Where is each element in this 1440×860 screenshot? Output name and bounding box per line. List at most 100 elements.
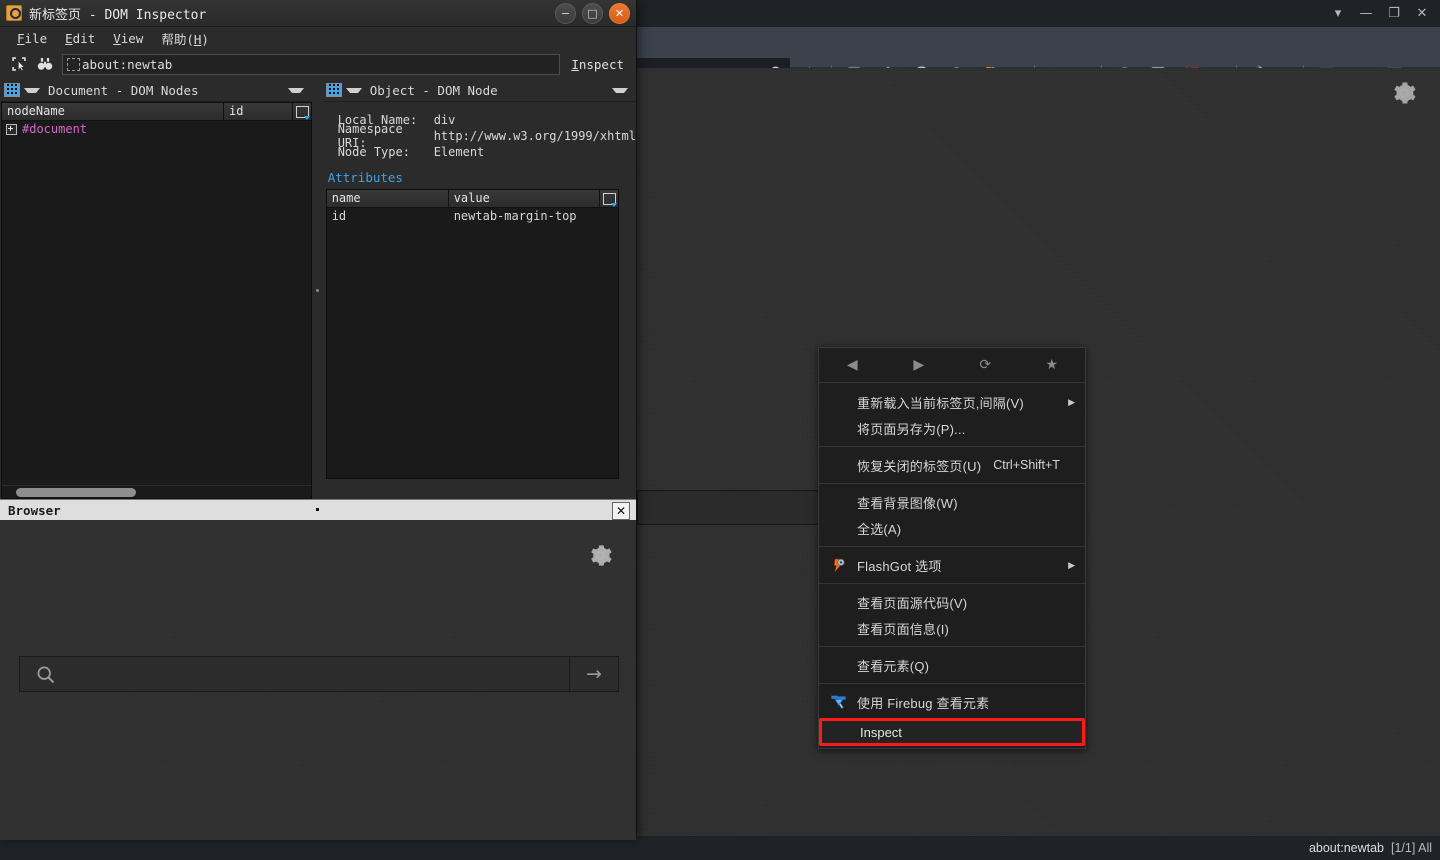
status-find-count: [1/1] All [1391, 841, 1432, 855]
column-picker-icon[interactable] [600, 190, 618, 207]
back-icon[interactable]: ◀ [819, 357, 886, 373]
dom-node-object-pane: Object - DOM Node Local Name: div Namesp… [321, 79, 636, 499]
pane-splitter[interactable] [312, 79, 322, 499]
dom-inspector-panes: Document - DOM Nodes nodeName id #docume… [0, 79, 636, 499]
table-row[interactable]: id newtab-margin-top [327, 208, 618, 224]
reload-icon[interactable]: ⟳ [952, 357, 1019, 373]
search-icon [20, 664, 70, 685]
binoculars-find-icon[interactable] [32, 52, 58, 76]
menu-item-save-page-as[interactable]: 将页面另存为(P)... [819, 415, 1085, 441]
menu-separator [819, 583, 1085, 584]
menu-item-label: 全选(A) [857, 521, 902, 537]
maximize-button[interactable]: □ [582, 3, 603, 24]
horizontal-scrollbar[interactable] [2, 485, 312, 498]
column-header-name[interactable]: name [326, 190, 449, 207]
close-button[interactable]: ✕ [1414, 7, 1430, 20]
bookmark-star-icon[interactable]: ★ [1019, 357, 1086, 373]
table-row[interactable]: #document [2, 121, 311, 137]
dom-nodes-pane-title: Document - DOM Nodes [48, 82, 199, 98]
attribute-name: id [331, 209, 347, 223]
submenu-arrow-icon: ▶ [1068, 559, 1075, 570]
menu-item-restore-closed-tab[interactable]: 恢复关闭的标签页(U) Ctrl+Shift+T [819, 452, 1085, 478]
pane-options-caret-icon[interactable] [288, 87, 305, 93]
browser-panel-title: Browser [8, 502, 61, 518]
search-go-arrow-icon[interactable]: → [569, 657, 618, 691]
menu-item-select-all[interactable]: 全选(A) [819, 515, 1085, 541]
restore-button[interactable]: ❐ [1386, 7, 1402, 20]
menu-separator [819, 483, 1085, 484]
menu-file[interactable]: File [8, 29, 56, 48]
pane-options-caret-icon[interactable] [612, 87, 628, 93]
menu-item-label: 查看页面源代码(V) [857, 595, 968, 611]
menu-item-view-page-info[interactable]: 查看页面信息(I) [819, 615, 1085, 641]
dom-inspector-toolbar: about:newtab Inspect [0, 49, 636, 79]
scrollbar-thumb[interactable] [16, 488, 136, 497]
menu-item-label: 重新载入当前标签页,间隔(V) [857, 395, 1024, 411]
favicon-placeholder-icon [67, 57, 80, 71]
menu-item-shortcut: Ctrl+Shift+T [993, 458, 1060, 472]
column-header-nodename[interactable]: nodeName [2, 103, 224, 120]
dom-nodes-pane-header: Document - DOM Nodes [0, 79, 313, 102]
dom-inspector-title: 新标签页 - DOM Inspector [29, 7, 207, 23]
attributes-column-headers: name value [326, 190, 618, 208]
firefox-window-controls: ▾ — ❐ ✕ [1330, 0, 1430, 27]
column-header-value[interactable]: value [448, 190, 600, 207]
property-value: http://www.w3.org/1999/xhtml [433, 129, 636, 143]
dom-nodes-tree[interactable]: nodeName id #document [1, 102, 313, 499]
forward-icon[interactable]: ▶ [886, 357, 953, 373]
menu-item-inspect-highlighted[interactable]: Inspect [819, 718, 1085, 746]
menu-item-firebug-inspect[interactable]: 使用 Firebug 查看元素 [819, 689, 1085, 715]
menu-item-view-page-source[interactable]: 查看页面源代码(V) [819, 589, 1085, 615]
menu-separator [819, 683, 1085, 684]
dom-inspector-url-field[interactable]: about:newtab [62, 53, 561, 75]
dom-node-properties: Local Name: div Namespace URI: http://ww… [322, 102, 636, 160]
menu-item-inspect-element[interactable]: 查看元素(Q) [819, 652, 1085, 678]
attributes-table[interactable]: name value id newtab-margin-top [325, 189, 619, 479]
menu-item-label: FlashGot 选项 [857, 558, 942, 574]
panel-grippy-dot[interactable] [316, 508, 319, 511]
property-key: Node Type: [337, 145, 410, 159]
dom-inspector-url-value: about:newtab [82, 56, 173, 72]
context-menu-nav-row: ◀ ▶ ⟳ ★ [819, 348, 1085, 383]
flashgot-icon [819, 557, 857, 574]
browser-panel-view: → [0, 520, 636, 840]
menu-help[interactable]: 帮助(H) [152, 27, 218, 50]
dom-inspector-menubar: File Edit View 帮助(H) [0, 27, 636, 49]
inspect-button[interactable]: Inspect [565, 57, 630, 72]
node-picker-icon[interactable] [6, 52, 32, 76]
menu-item-flashgot-options[interactable]: FlashGot 选项 ▶ [819, 552, 1085, 578]
attributes-section-label: Attributes [327, 170, 403, 185]
tree-node-label: #document [22, 122, 88, 136]
status-url: about:newtab [1308, 841, 1384, 855]
minimize-button[interactable]: − [555, 3, 576, 24]
dom-node-pane-header: Object - DOM Node [321, 79, 636, 102]
menu-item-label: 查看背景图像(W) [857, 495, 958, 511]
newtab-search-bar[interactable]: → [19, 656, 619, 692]
property-value: Element [433, 145, 485, 159]
dom-inspector-window-controls: − □ ✕ [555, 3, 630, 24]
column-header-id[interactable]: id [224, 103, 294, 120]
menu-item-label: 查看元素(Q) [857, 658, 930, 674]
menu-edit[interactable]: Edit [56, 29, 104, 48]
panel-menu-caret-icon[interactable] [345, 87, 362, 93]
settings-gear-icon[interactable] [587, 542, 614, 569]
dom-node-pane-title: Object - DOM Node [369, 82, 498, 98]
menu-item-reload-interval[interactable]: 重新载入当前标签页,间隔(V) ▶ [819, 389, 1085, 415]
panel-grid-icon[interactable] [325, 83, 342, 97]
column-picker-icon[interactable] [293, 103, 312, 120]
menu-separator [819, 546, 1085, 547]
context-menu: ◀ ▶ ⟳ ★ 重新载入当前标签页,间隔(V) ▶ 将页面另存为(P)... 恢… [818, 347, 1086, 749]
tab-list-caret-icon[interactable]: ▾ [1330, 7, 1346, 20]
menu-view[interactable]: View [104, 29, 152, 48]
close-button[interactable]: ✕ [609, 3, 630, 24]
browser-panel-close-button[interactable]: ✕ [612, 502, 630, 520]
property-row: Namespace URI: http://www.w3.org/1999/xh… [338, 122, 636, 150]
settings-gear-icon[interactable] [1390, 79, 1418, 107]
panel-grid-icon[interactable] [4, 83, 20, 97]
minimize-button[interactable]: — [1358, 7, 1374, 20]
menu-item-view-background-image[interactable]: 查看背景图像(W) [819, 489, 1085, 515]
tree-expand-icon[interactable] [6, 123, 17, 135]
panel-menu-caret-icon[interactable] [24, 87, 40, 93]
firebug-icon [819, 694, 857, 710]
menu-item-label: 使用 Firebug 查看元素 [857, 695, 990, 711]
